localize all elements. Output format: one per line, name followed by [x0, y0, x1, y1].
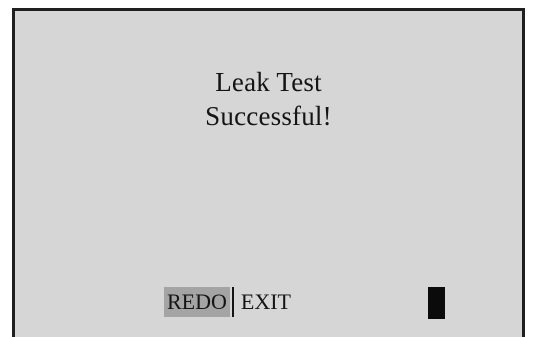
- device-bezel: Leak Test Successful! REDO EXIT: [0, 0, 540, 337]
- softkey-divider: [231, 287, 234, 317]
- status-message-line-1: Leak Test: [215, 67, 322, 97]
- softkey-bar: REDO EXIT: [164, 287, 294, 317]
- cursor-block-indicator: [428, 287, 445, 319]
- redo-button[interactable]: REDO: [164, 287, 230, 317]
- lcd-screen: Leak Test Successful! REDO EXIT: [12, 8, 525, 337]
- status-message: Leak Test Successful!: [15, 65, 522, 133]
- exit-button[interactable]: EXIT: [238, 287, 294, 317]
- status-message-line-2: Successful!: [205, 101, 332, 131]
